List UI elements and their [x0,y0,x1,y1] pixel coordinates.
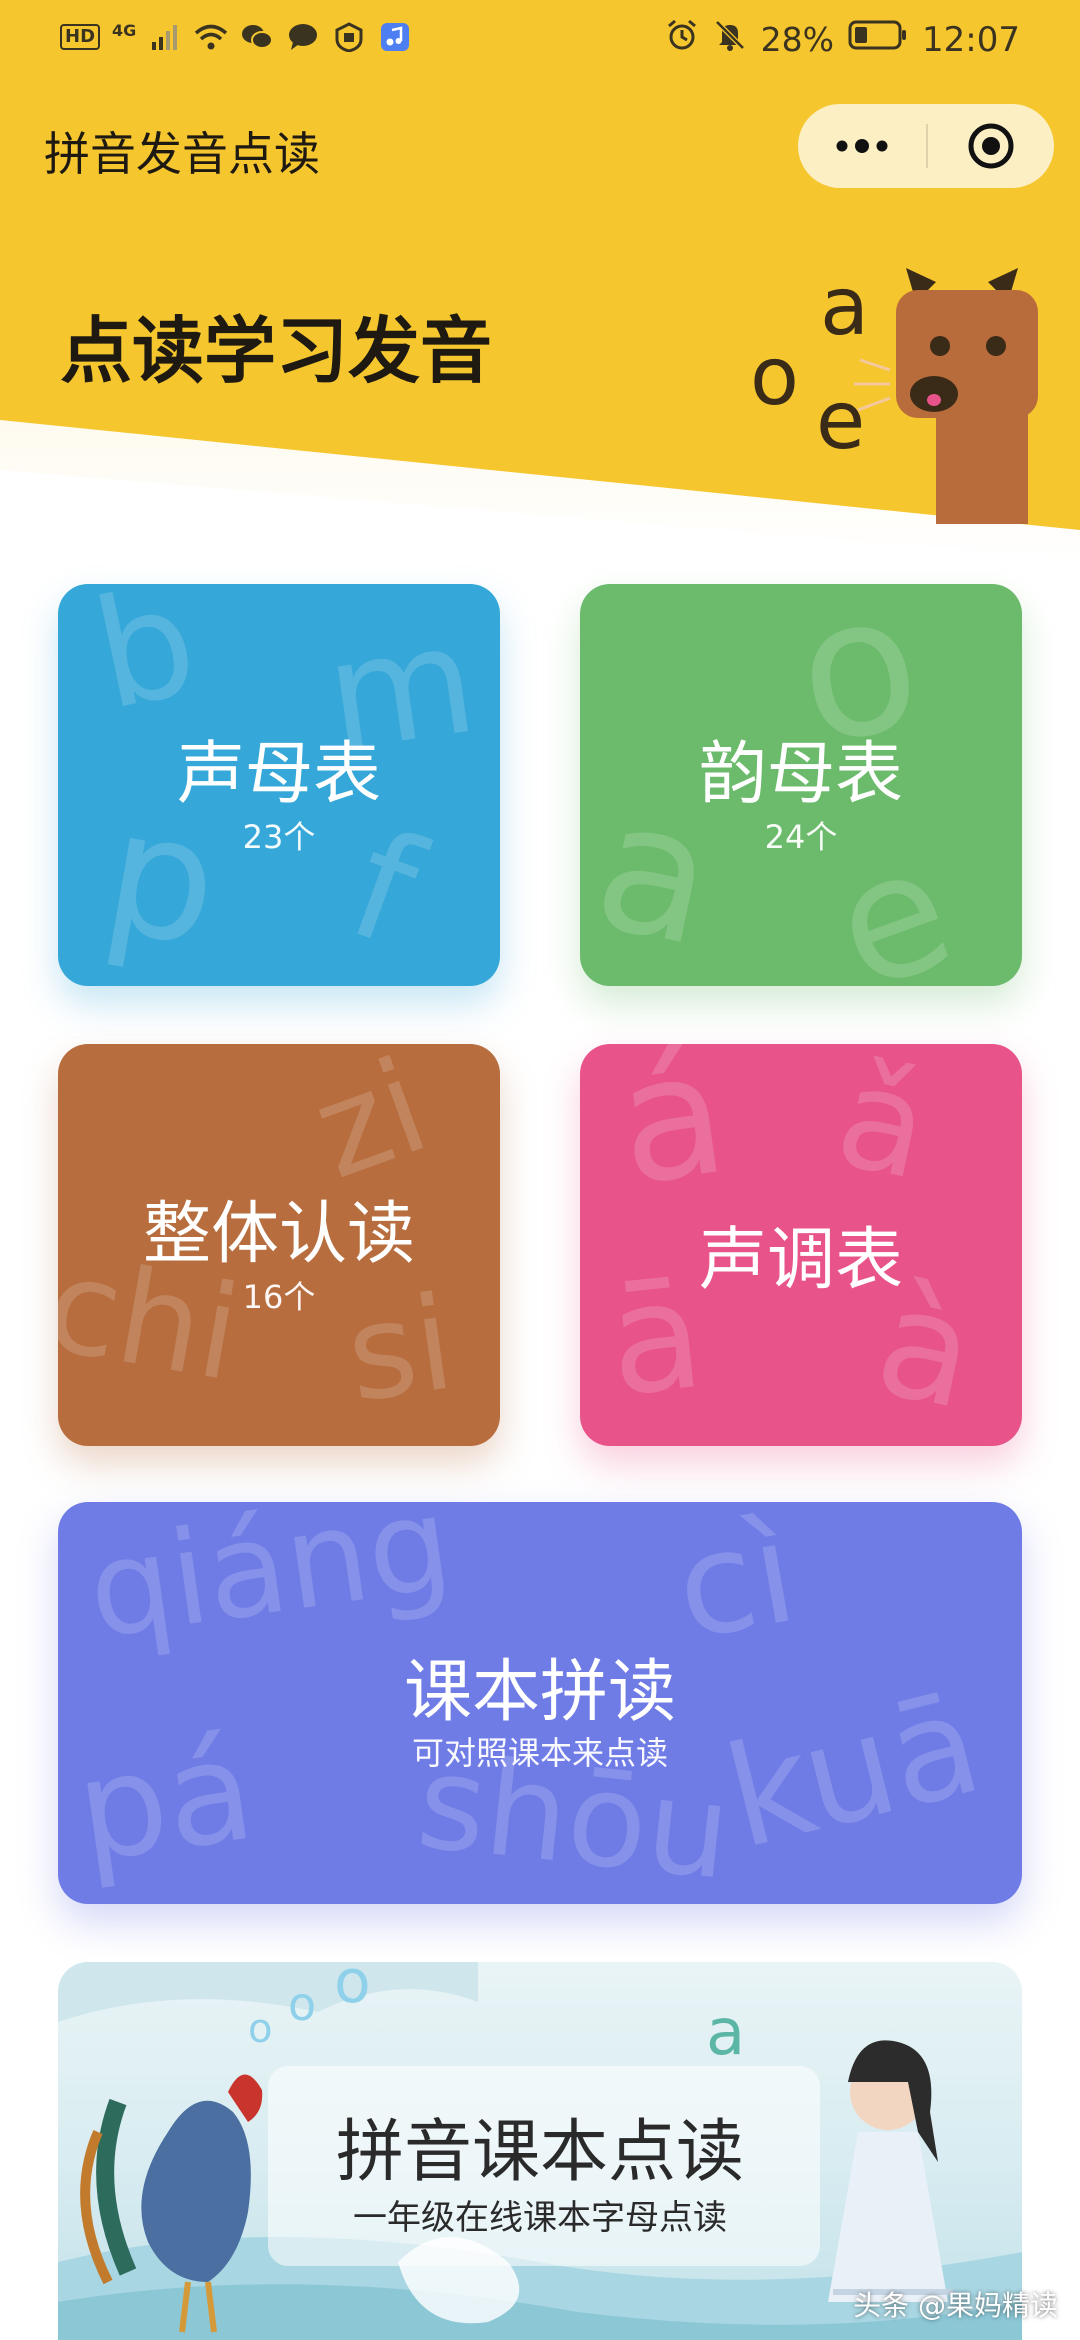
hd-badge: HD [60,24,101,50]
page-heading: 点读学习发音 [60,309,493,393]
target-close-icon [968,123,1014,169]
watermark: 头条 @果妈精读 [853,2289,1058,2322]
app-root: HD 4G 28% 12:07 拼音发音点读 点读学习发音 a o e b m … [0,0,1080,2340]
status-bar: HD 4G 28% 12:07 [0,0,1080,80]
battery-percent: 28% [760,20,835,59]
battery-icon [848,19,908,60]
wechat-icon [240,20,274,54]
wifi-icon [194,20,228,54]
more-options-button[interactable] [798,104,926,188]
textbook-subtitle: 可对照课本来点读 [411,1734,668,1772]
message-icon [286,20,320,54]
banner-deco-o: o [288,1977,316,2031]
close-miniprogram-button[interactable] [928,104,1054,188]
initials-count: 23个 [242,818,316,856]
mascot-letter-e: e [816,374,865,467]
tones-title: 声调表 [698,1221,903,1300]
mascot-letter-o: o [750,330,799,423]
initials-title: 声母表 [176,735,381,814]
deco-syllable: qiáng [79,1502,461,1668]
network-label: 4G [112,20,137,40]
signal-icon [148,20,182,54]
whole-syllables-title: 整体认读 [142,1195,415,1274]
finals-count: 24个 [764,818,838,856]
textbook-reading-card[interactable]: qiáng cì pá shōu kuā 课本拼读 可对照课本来点读 [58,1502,1022,1904]
tones-card[interactable]: á ǎ ā à 声调表 [580,1044,1022,1446]
mascot-letter-a: a [820,262,869,353]
finals-card[interactable]: o a e 韵母表 24个 [580,584,1022,986]
whole-syllables-card[interactable]: zi chi si 整体认读 16个 [58,1044,500,1446]
initials-card[interactable]: b m p f 声母表 23个 [58,584,500,986]
mute-bell-icon [713,18,747,61]
finals-title: 韵母表 [698,735,903,814]
banner-subtitle: 一年级在线课本字母点读 [353,2198,727,2238]
status-right: 28% 12:07 [665,18,1020,61]
deco-syllable: zi [295,1044,446,1209]
status-left: HD 4G [60,20,412,54]
textbook-title: 课本拼读 [403,1653,676,1732]
music-app-icon [378,20,412,54]
deco-letter: b [80,584,211,744]
banner-deco-a: a [706,1996,745,2070]
deco-tone: ǎ [824,1044,942,1213]
banner-deco-o: o [334,1962,371,2017]
shield-icon [332,20,366,54]
app-title: 拼音发音点读 [44,127,320,181]
more-dots-icon [836,139,888,153]
miniprogram-capsule [798,104,1054,188]
clock-time: 12:07 [922,19,1020,60]
banner-title: 拼音课本点读 [335,2113,744,2192]
deco-tone: á [606,1044,738,1225]
banner-deco-o: o [248,2006,272,2052]
whole-syllables-count: 16个 [242,1278,316,1316]
dog-mascot: a o e [740,260,1060,524]
alarm-icon [665,18,699,61]
